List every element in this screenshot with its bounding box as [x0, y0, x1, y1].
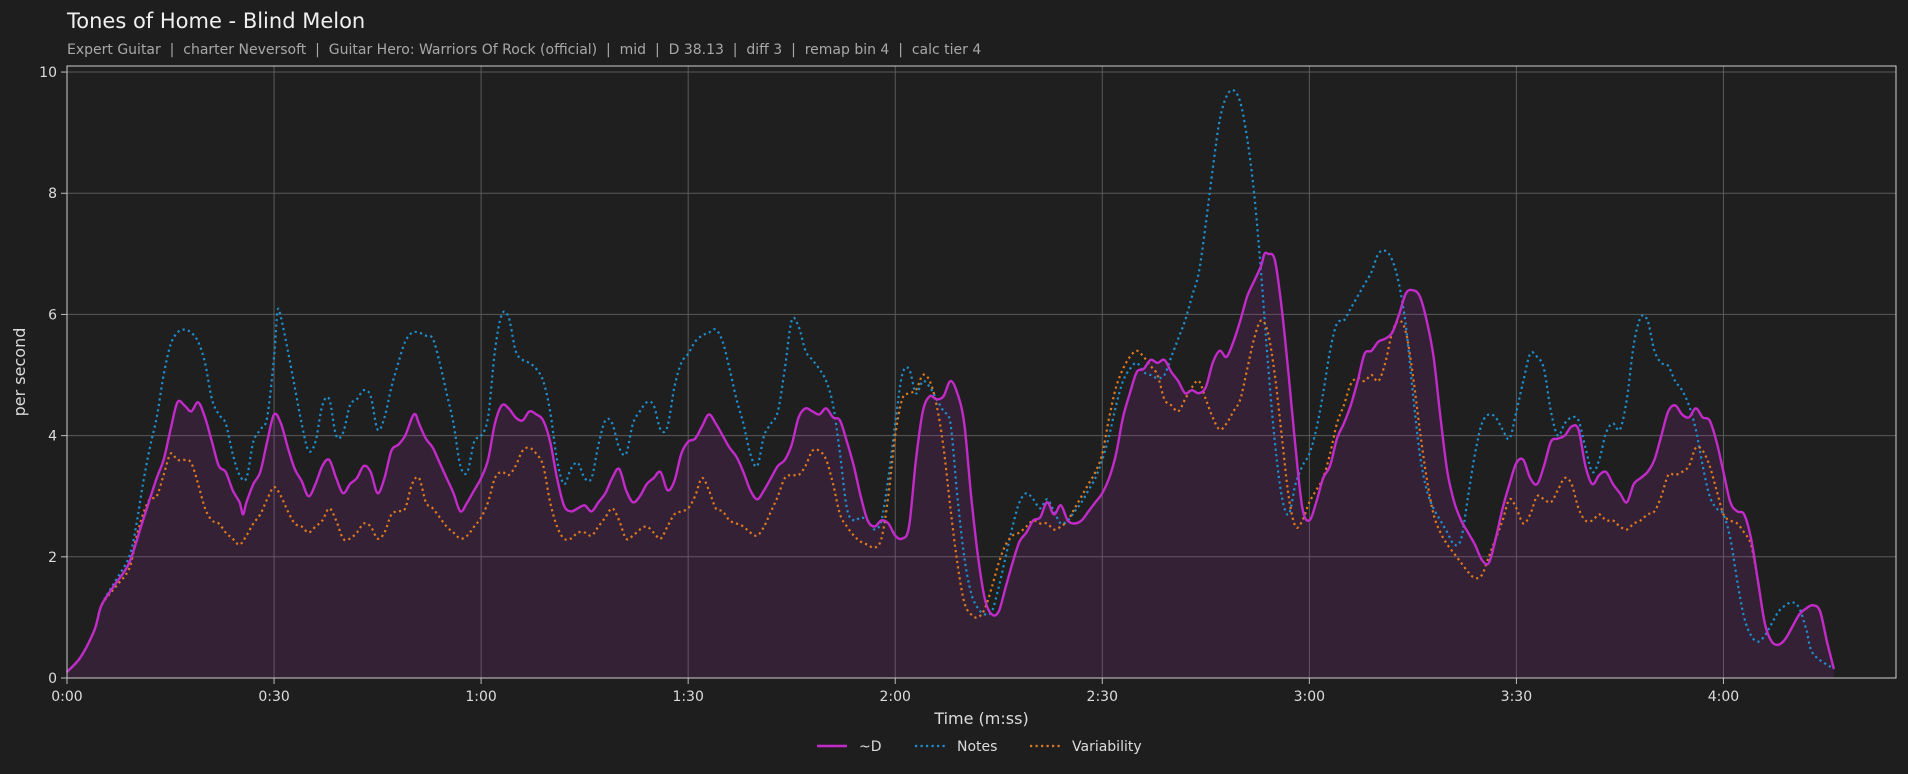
y-axis-label: per second	[10, 328, 29, 417]
x-tick-label: 4:00	[1708, 689, 1739, 705]
x-tick-label: 1:00	[465, 689, 496, 705]
x-tick-label: 3:00	[1294, 689, 1325, 705]
y-tick-label: 0	[48, 671, 57, 687]
x-tick-label: 2:00	[879, 689, 910, 705]
x-tick-label: 1:30	[672, 689, 703, 705]
y-tick-label: 6	[48, 307, 57, 323]
plot-area: 0:00 0:30 1:00 1:30 2:00 2:30 3:00 3:30 4:00 0 2 4 6…	[39, 65, 1897, 705]
x-tick-label: 0:30	[258, 689, 289, 705]
y-tick-label: 8	[48, 186, 57, 202]
chart-subtitle: Expert Guitar | charter Neversoft | Guit…	[67, 42, 981, 58]
y-tick-label: 4	[48, 429, 57, 445]
x-tick-label: 2:30	[1087, 689, 1118, 705]
legend-label-1: Notes	[957, 739, 997, 755]
x-axis-label: Time (m:ss)	[933, 709, 1028, 728]
x-tick-label: 3:30	[1501, 689, 1532, 705]
y-tick-label: 10	[39, 65, 57, 81]
chart: Tones of Home - Blind Melon Expert Guita…	[0, 0, 1908, 774]
legend: ~D Notes Variability	[817, 739, 1142, 755]
legend-label-2: Variability	[1072, 739, 1142, 755]
y-tick-label: 2	[48, 550, 57, 566]
chart-title: Tones of Home - Blind Melon	[66, 9, 365, 33]
x-tick-label: 0:00	[51, 689, 82, 705]
legend-label-0: ~D	[859, 739, 882, 755]
